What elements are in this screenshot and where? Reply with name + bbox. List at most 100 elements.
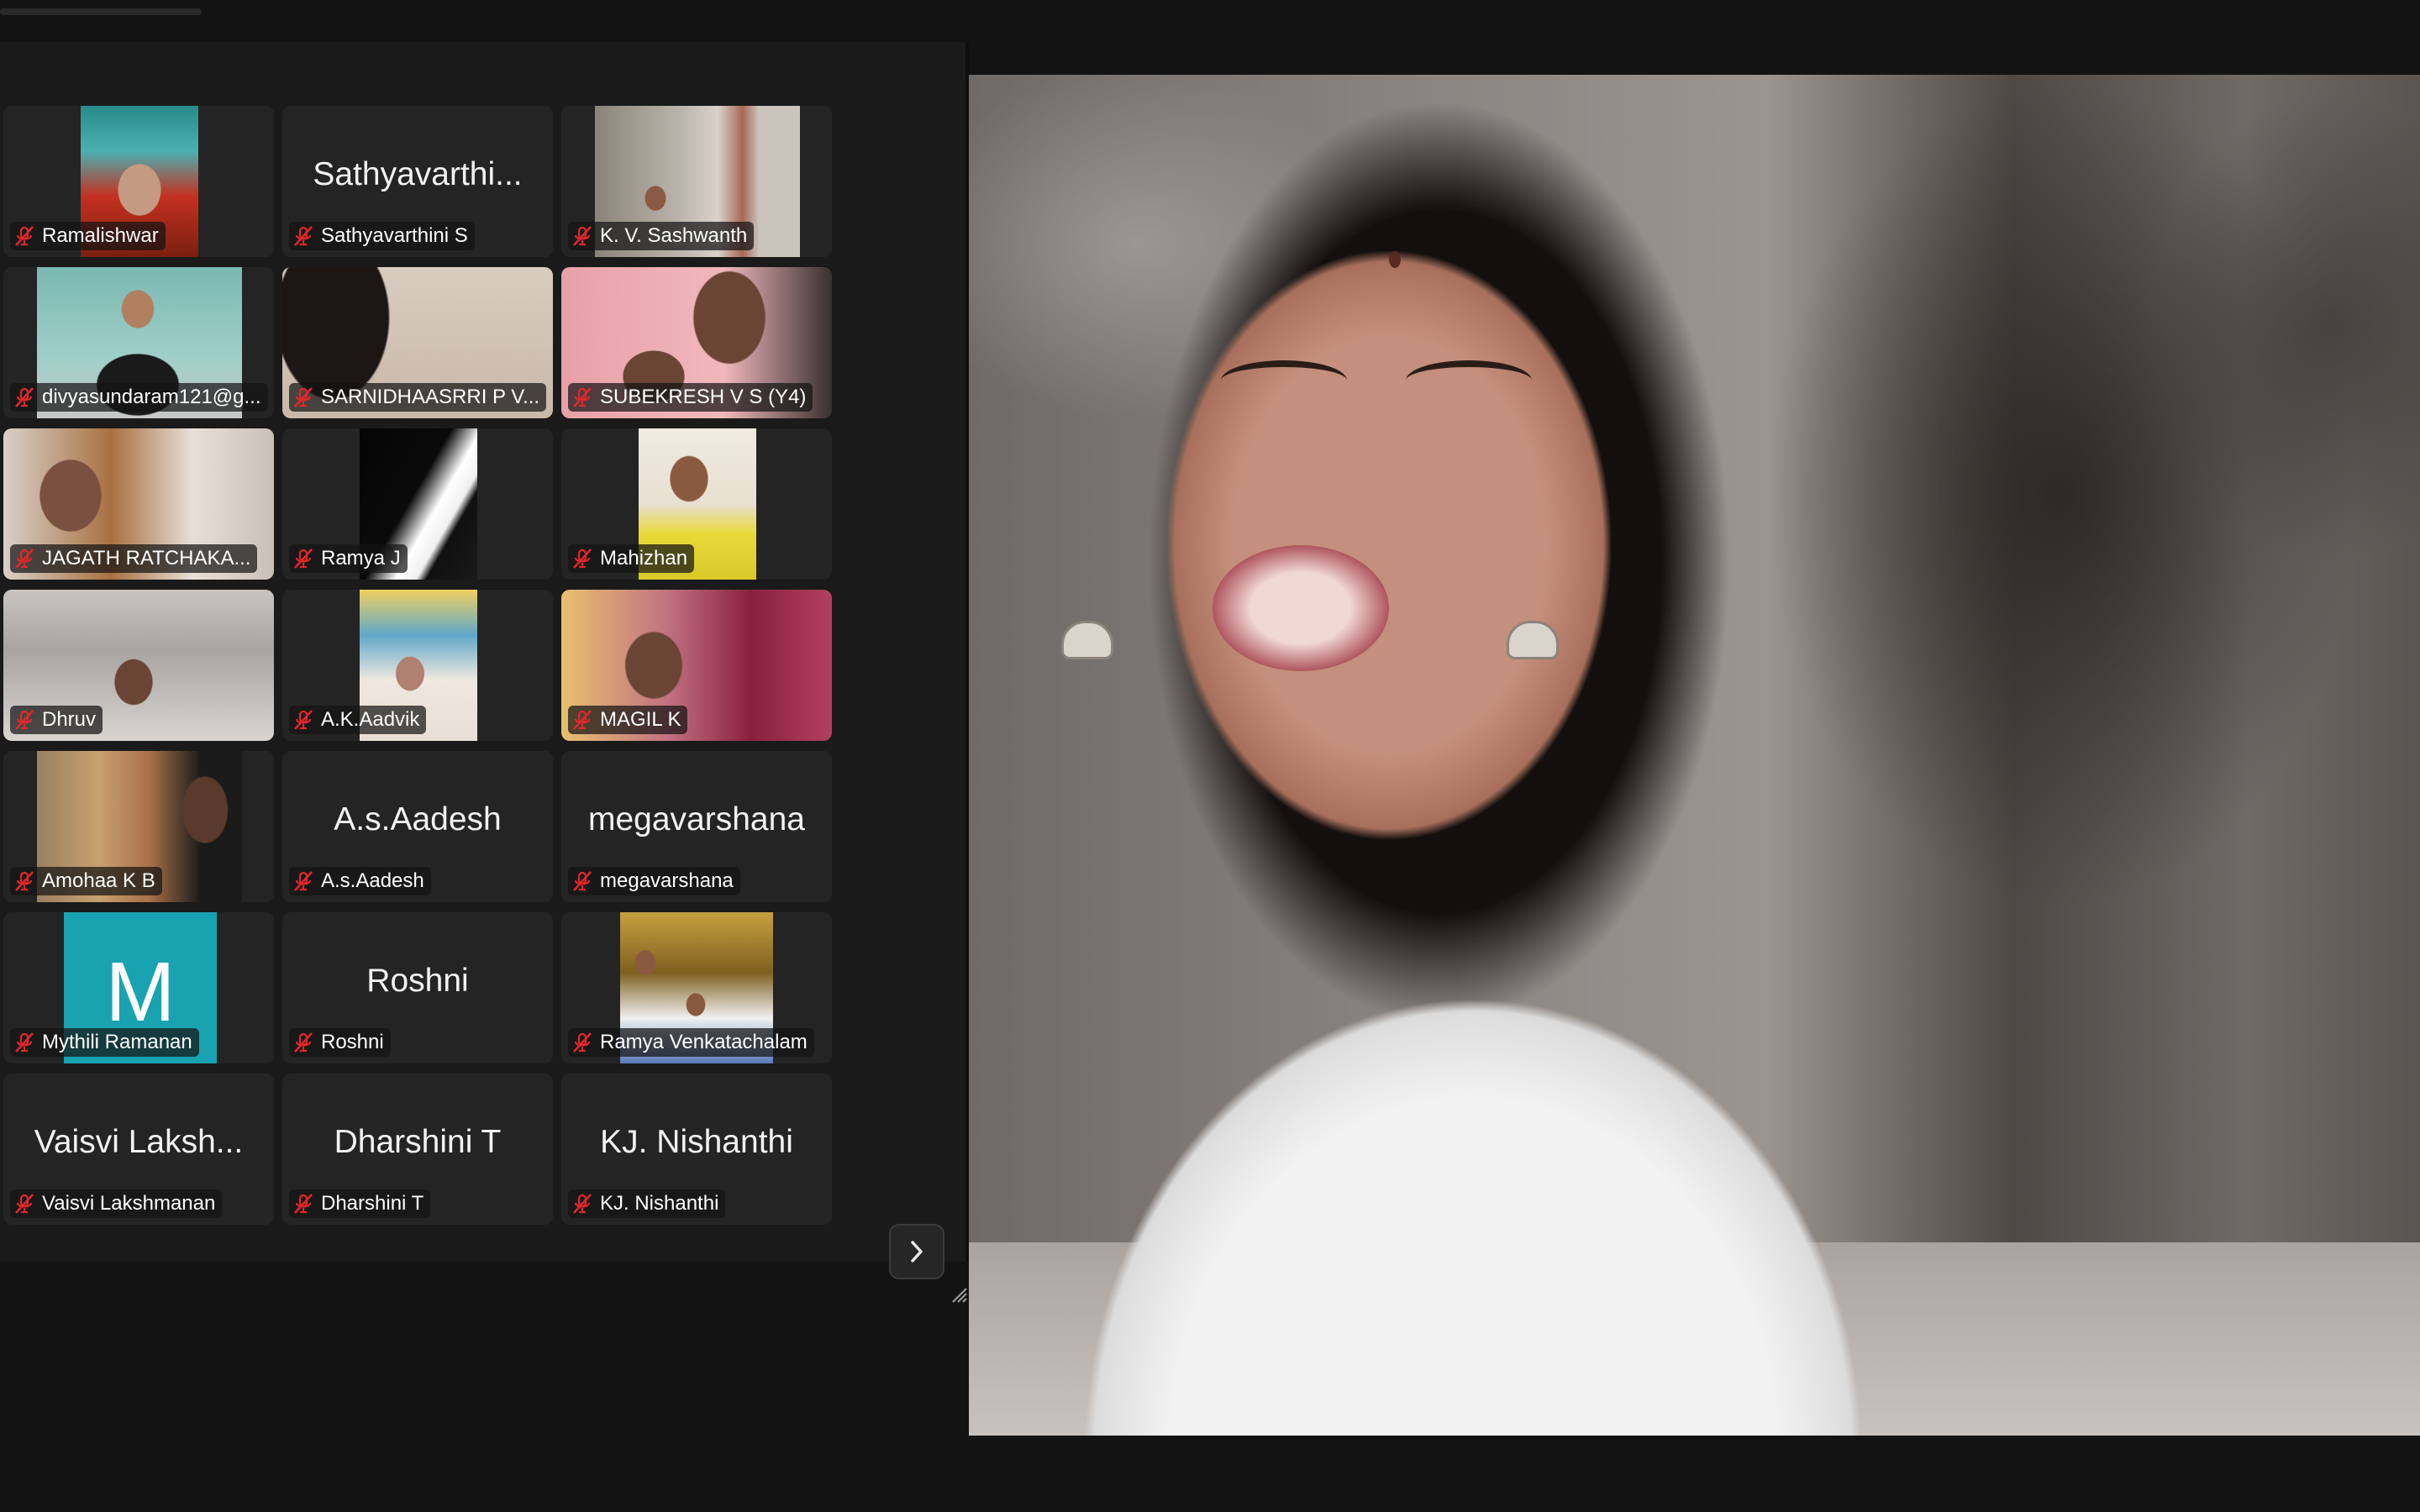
speaker-eye-right	[1406, 360, 1532, 401]
participant-name: divyasundaram121@g...	[42, 386, 261, 408]
participant-tile[interactable]: Roshni Roshni	[282, 912, 553, 1063]
gallery-panel: Ramalishwar Sathyavarthi... Sathyavarthini…	[0, 42, 969, 1303]
participant-name: Vaisvi Lakshmanan	[42, 1192, 216, 1215]
mic-muted-icon	[15, 226, 34, 246]
mic-muted-icon	[294, 710, 313, 730]
participant-name-label: Ramya Venkatachalam	[568, 1028, 814, 1057]
participant-name-label: Amohaa K B	[10, 867, 162, 895]
participant-tile[interactable]: A.s.Aadesh A.s.Aadesh	[282, 751, 553, 902]
meeting-window: Ramalishwar Sathyavarthi... Sathyavarthini…	[0, 0, 2420, 1512]
active-speaker-video[interactable]	[969, 75, 2420, 1436]
participant-name-placeholder: KJ. Nishanthi	[600, 1124, 793, 1160]
mic-muted-icon	[15, 1032, 34, 1053]
participant-name: megavarshana	[600, 869, 734, 892]
participant-tile[interactable]: KJ. Nishanthi KJ. Nishanthi	[561, 1074, 832, 1225]
mic-muted-icon	[573, 226, 592, 246]
participant-name: Ramya Venkatachalam	[600, 1031, 808, 1053]
panel-divider[interactable]	[965, 42, 969, 1262]
participant-name-label: A.K.Aadvik	[289, 706, 427, 734]
participant-name-label: A.s.Aadesh	[289, 867, 431, 895]
mic-muted-icon	[573, 710, 592, 730]
participant-name-placeholder: Sathyavarthi...	[313, 156, 523, 192]
mic-muted-icon	[15, 871, 34, 891]
mic-muted-icon	[15, 1194, 34, 1214]
participant-name: Dhruv	[42, 708, 97, 731]
participant-name: Roshni	[321, 1031, 384, 1053]
speaker-mouth	[1213, 545, 1389, 671]
participant-name: Dharshini T	[321, 1192, 424, 1215]
participant-name-label: SUBEKRESH V S (Y4)	[568, 383, 813, 412]
participant-tile[interactable]: MAGIL K	[561, 590, 832, 741]
participant-tile[interactable]: Ramalishwar	[3, 106, 274, 257]
mic-muted-icon	[573, 549, 592, 569]
participant-name: Ramalishwar	[42, 224, 159, 247]
mic-muted-icon	[573, 1032, 592, 1053]
participant-tile[interactable]: SARNIDHAASRRI P V...	[282, 267, 553, 418]
participant-name-label: Vaisvi Lakshmanan	[10, 1189, 223, 1218]
participant-name: KJ. Nishanthi	[600, 1192, 719, 1215]
speaker-face	[1086, 176, 1691, 965]
participant-name-label: divyasundaram121@g...	[10, 383, 268, 412]
speaker-bindi	[1389, 251, 1401, 268]
resize-grip-icon[interactable]	[950, 1285, 968, 1304]
speaker-earring-left	[1061, 621, 1113, 659]
participant-name: JAGATH RATCHAKA...	[42, 547, 251, 570]
participant-tile[interactable]: Sathyavarthi... Sathyavarthini S	[282, 106, 553, 257]
participant-name-label: KJ. Nishanthi	[568, 1189, 726, 1218]
participant-name: Mahizhan	[600, 547, 688, 570]
mic-muted-icon	[294, 1032, 313, 1053]
mic-muted-icon	[294, 1194, 313, 1214]
mic-muted-icon	[294, 549, 313, 569]
participant-name: Mythili Ramanan	[42, 1031, 192, 1053]
participant-tile[interactable]: Amohaa K B	[3, 751, 274, 902]
participant-tile[interactable]: SUBEKRESH V S (Y4)	[561, 267, 832, 418]
window-drag-handle[interactable]	[0, 8, 202, 15]
mic-muted-icon	[15, 387, 34, 407]
participant-name-label: SARNIDHAASRRI P V...	[289, 383, 547, 412]
participant-tile[interactable]: JAGATH RATCHAKA...	[3, 428, 274, 580]
participant-name-label: Sathyavarthini S	[289, 222, 475, 250]
speaker-eye-left	[1221, 360, 1347, 401]
participant-tile[interactable]: Dharshini T Dharshini T	[282, 1074, 553, 1225]
participant-tile[interactable]: Vaisvi Laksh... Vaisvi Lakshmanan	[3, 1074, 274, 1225]
mic-muted-icon	[573, 871, 592, 891]
participant-name-label: Ramalishwar	[10, 222, 166, 250]
participant-name: Amohaa K B	[42, 869, 155, 892]
speaker-body	[969, 848, 1960, 1436]
participant-tile[interactable]: megavarshana megavarshana	[561, 751, 832, 902]
mic-muted-icon	[294, 226, 313, 246]
next-page-button[interactable]	[889, 1224, 944, 1279]
participant-name-placeholder: Roshni	[366, 963, 469, 999]
participant-tile[interactable]: Ramya J	[282, 428, 553, 580]
participant-name-label: MAGIL K	[568, 706, 688, 734]
participant-name: MAGIL K	[600, 708, 681, 731]
participant-name-placeholder: Dharshini T	[334, 1124, 502, 1160]
participant-name: K. V. Sashwanth	[600, 224, 748, 247]
participant-name: Ramya J	[321, 547, 401, 570]
participant-tile[interactable]: Dhruv	[3, 590, 274, 741]
participant-tile[interactable]: M Mythili Ramanan	[3, 912, 274, 1063]
participant-name-label: Dhruv	[10, 706, 103, 734]
participant-name-label: megavarshana	[568, 867, 740, 895]
participant-name-placeholder: megavarshana	[588, 801, 805, 837]
mic-muted-icon	[15, 710, 34, 730]
participant-name-placeholder: Vaisvi Laksh...	[34, 1124, 244, 1160]
mic-muted-icon	[573, 1194, 592, 1214]
participant-name-label: Mahizhan	[568, 544, 695, 573]
participant-name-label: JAGATH RATCHAKA...	[10, 544, 258, 573]
participant-tile[interactable]: divyasundaram121@g...	[3, 267, 274, 418]
chevron-right-icon	[911, 1241, 923, 1263]
participant-tile[interactable]: Mahizhan	[561, 428, 832, 580]
participant-name-label: Roshni	[289, 1028, 391, 1057]
participant-tile[interactable]: Ramya Venkatachalam	[561, 912, 832, 1063]
bottom-bar	[0, 1436, 2420, 1512]
participant-name: SARNIDHAASRRI P V...	[321, 386, 540, 408]
participant-tile[interactable]: A.K.Aadvik	[282, 590, 553, 741]
participant-tile[interactable]: K. V. Sashwanth	[561, 106, 832, 257]
participant-name-label: Ramya J	[289, 544, 408, 573]
mic-muted-icon	[294, 871, 313, 891]
mic-muted-icon	[294, 387, 313, 407]
participant-name-label: Mythili Ramanan	[10, 1028, 199, 1057]
participant-name-label: Dharshini T	[289, 1189, 431, 1218]
participant-name-placeholder: A.s.Aadesh	[334, 801, 502, 837]
